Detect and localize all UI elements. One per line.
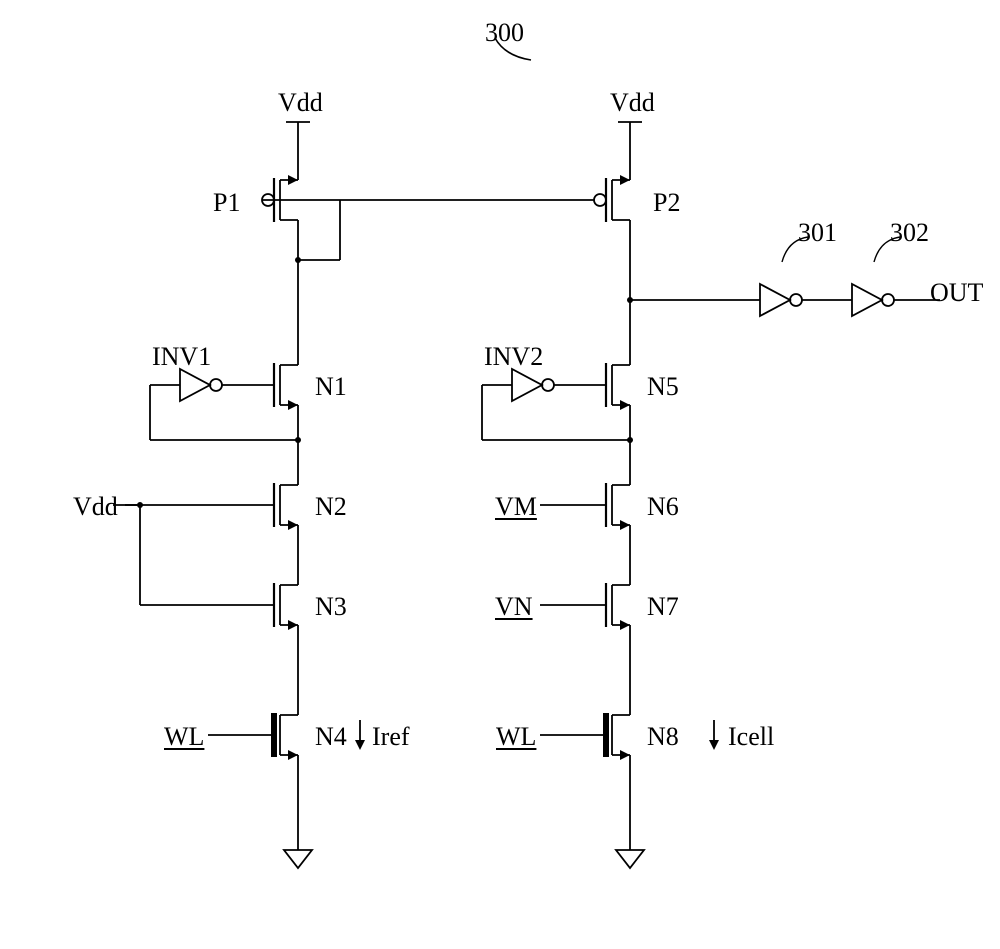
n6-label: N6: [647, 492, 679, 522]
p1-label: P1: [213, 188, 240, 218]
output-label: OUT: [930, 278, 983, 308]
iref-label: Iref: [372, 722, 410, 752]
ref-302-label: 302: [890, 218, 929, 248]
vdd-left-label: Vdd: [278, 88, 323, 118]
vn-label: VN: [495, 592, 533, 622]
wl-left-label: WL: [164, 722, 204, 752]
p2-label: P2: [653, 188, 680, 218]
n5-label: N5: [647, 372, 679, 402]
n1-label: N1: [315, 372, 347, 402]
n7-label: N7: [647, 592, 679, 622]
inv2-label: INV2: [484, 342, 543, 372]
n3-label: N3: [315, 592, 347, 622]
vm-label: VM: [495, 492, 537, 522]
n8-label: N8: [647, 722, 679, 752]
n2-label: N2: [315, 492, 347, 522]
reference-label: 300: [485, 18, 524, 48]
icell-label: Icell: [728, 722, 774, 752]
vdd-right-label: Vdd: [610, 88, 655, 118]
n4-label: N4: [315, 722, 347, 752]
wl-right-label: WL: [496, 722, 536, 752]
vdd-gate-label: Vdd: [73, 492, 118, 522]
ref-301-label: 301: [798, 218, 837, 248]
inv1-label: INV1: [152, 342, 211, 372]
